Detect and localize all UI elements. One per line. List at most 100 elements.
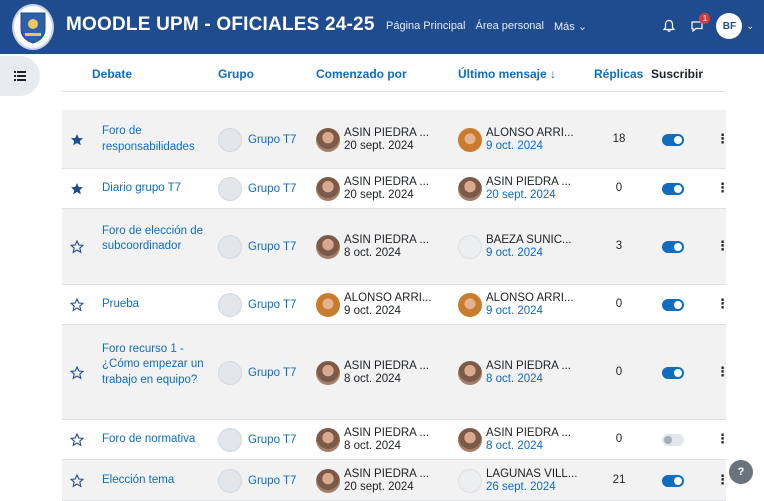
- course-index-toggle[interactable]: [0, 56, 40, 96]
- star-outline-icon[interactable]: [69, 473, 85, 488]
- group-name[interactable]: Grupo T7: [248, 475, 296, 487]
- star-outline-icon[interactable]: [69, 432, 85, 447]
- subscribe-toggle[interactable]: [662, 183, 684, 195]
- star-filled-icon[interactable]: [70, 182, 84, 196]
- author-avatar: [316, 468, 340, 493]
- subscribe-toggle[interactable]: [662, 366, 684, 379]
- group-cell[interactable]: Grupo T7: [218, 468, 296, 493]
- group-avatar: [218, 468, 242, 493]
- last-author-name[interactable]: ASIN PIEDRA ...: [486, 427, 571, 439]
- discussion-title-link[interactable]: Elección tema: [102, 473, 210, 489]
- group-name[interactable]: Grupo T7: [248, 367, 296, 379]
- header-grupo[interactable]: Grupo: [218, 67, 254, 81]
- replies-count[interactable]: 21: [610, 474, 628, 486]
- last-post-date-link[interactable]: 9 oct. 2024: [486, 140, 543, 152]
- author-name[interactable]: ASIN PIEDRA ...: [344, 127, 429, 139]
- replies-count[interactable]: 0: [610, 433, 628, 445]
- more-actions-kebab-icon[interactable]: ⋮: [716, 431, 729, 447]
- last-author-name[interactable]: ALONSO ARRI...: [486, 292, 574, 304]
- user-avatar[interactable]: BF: [716, 13, 743, 39]
- last-author-name[interactable]: BAEZA SUNIC...: [486, 234, 572, 246]
- discussion-table-header: Debate Grupo Comenzado por Último mensaj…: [62, 60, 726, 92]
- discussion-title-link[interactable]: Diario grupo T7: [102, 181, 210, 197]
- star-filled-icon[interactable]: [70, 133, 84, 147]
- last-post-date-link[interactable]: 8 oct. 2024: [486, 373, 543, 385]
- group-name[interactable]: Grupo T7: [248, 299, 296, 311]
- header-ultimo-mensaje[interactable]: Último mensaje ↓: [458, 67, 556, 81]
- discussion-title-link[interactable]: Prueba: [102, 297, 210, 313]
- group-avatar: [218, 177, 242, 201]
- replies-count[interactable]: 0: [610, 182, 628, 194]
- user-menu-chevron-icon[interactable]: ⌄: [746, 21, 754, 32]
- discussion-title-link[interactable]: Foro de elección de subcoordinador: [102, 224, 210, 255]
- group-avatar: [218, 235, 242, 259]
- last-post-date-link[interactable]: 9 oct. 2024: [486, 305, 543, 317]
- header-comenzado[interactable]: Comenzado por: [316, 67, 407, 81]
- more-actions-kebab-icon[interactable]: ⋮: [716, 296, 729, 312]
- group-cell[interactable]: Grupo T7: [218, 177, 296, 201]
- author-name[interactable]: ASIN PIEDRA ...: [344, 176, 429, 188]
- author-name[interactable]: ASIN PIEDRA ...: [344, 234, 429, 246]
- nav-link-dashboard[interactable]: Área personal: [476, 20, 545, 33]
- last-author-name[interactable]: LAGUNAS VILL...: [486, 468, 577, 480]
- last-author-name[interactable]: ALONSO ARRI...: [486, 127, 574, 139]
- star-outline-icon[interactable]: [69, 297, 85, 312]
- author-name[interactable]: ALONSO ARRI...: [344, 292, 432, 304]
- started-by-cell: ASIN PIEDRA ... 8 oct. 2024: [316, 360, 429, 386]
- group-name[interactable]: Grupo T7: [248, 434, 296, 446]
- subscribe-toggle[interactable]: [662, 133, 684, 146]
- group-cell[interactable]: Grupo T7: [218, 127, 296, 152]
- star-outline-icon[interactable]: [69, 239, 85, 254]
- last-author-name[interactable]: ASIN PIEDRA ...: [486, 360, 571, 372]
- subscribe-toggle[interactable]: [662, 241, 684, 253]
- more-actions-kebab-icon[interactable]: ⋮: [716, 364, 729, 380]
- last-post-date-link[interactable]: 9 oct. 2024: [486, 247, 543, 259]
- author-name[interactable]: ASIN PIEDRA ...: [344, 468, 429, 480]
- started-by-cell: ASIN PIEDRA ... 8 oct. 2024: [316, 234, 429, 260]
- last-post-cell: LAGUNAS VILL... 26 sept. 2024: [458, 468, 577, 494]
- nav-link-home[interactable]: Página Principal: [386, 20, 466, 33]
- last-post-date-link[interactable]: 8 oct. 2024: [486, 440, 543, 452]
- help-button[interactable]: ?: [729, 460, 753, 484]
- group-cell[interactable]: Grupo T7: [218, 428, 296, 452]
- group-cell[interactable]: Grupo T7: [218, 293, 296, 317]
- subscribe-toggle[interactable]: [662, 299, 684, 311]
- author-avatar: [316, 360, 340, 385]
- header-debate[interactable]: Debate: [92, 67, 132, 81]
- last-post-cell: ALONSO ARRI... 9 oct. 2024: [458, 127, 574, 153]
- group-cell[interactable]: Grupo T7: [218, 235, 296, 259]
- last-post-date-link[interactable]: 20 sept. 2024: [486, 189, 556, 201]
- started-date: 8 oct. 2024: [344, 372, 401, 385]
- replies-count[interactable]: 3: [610, 240, 628, 252]
- subscribe-toggle[interactable]: [662, 434, 684, 446]
- author-name[interactable]: ASIN PIEDRA ...: [344, 427, 429, 439]
- more-actions-kebab-icon[interactable]: ⋮: [716, 131, 729, 147]
- last-author-name[interactable]: ASIN PIEDRA ...: [486, 176, 571, 188]
- replies-count[interactable]: 18: [610, 133, 628, 145]
- group-name[interactable]: Grupo T7: [248, 241, 296, 253]
- group-cell[interactable]: Grupo T7: [218, 360, 296, 385]
- author-avatar: [316, 293, 340, 317]
- last-post-date-link[interactable]: 26 sept. 2024: [486, 481, 556, 493]
- started-date: 20 sept. 2024: [344, 189, 414, 201]
- author-avatar: [316, 235, 340, 259]
- star-outline-icon[interactable]: [69, 365, 85, 380]
- discussion-title-link[interactable]: Foro recurso 1 - ¿Cómo empezar un trabaj…: [102, 342, 210, 389]
- replies-count[interactable]: 0: [610, 298, 628, 310]
- more-actions-kebab-icon[interactable]: ⋮: [716, 180, 729, 196]
- replies-count[interactable]: 0: [610, 366, 628, 378]
- group-name[interactable]: Grupo T7: [248, 134, 296, 146]
- site-brand[interactable]: MOODLE UPM - OFICIALES 24-25: [66, 14, 375, 36]
- nav-link-more[interactable]: Más ⌄: [554, 20, 587, 33]
- header-replicas[interactable]: Réplicas: [594, 67, 643, 81]
- discussion-title-link[interactable]: Foro de normativa: [102, 432, 210, 448]
- upm-logo[interactable]: [12, 4, 54, 50]
- notifications-bell-icon[interactable]: [660, 17, 678, 35]
- author-name[interactable]: ASIN PIEDRA ...: [344, 360, 429, 372]
- discussion-title-link[interactable]: Foro de responsabilidades: [102, 124, 210, 155]
- more-actions-kebab-icon[interactable]: ⋮: [716, 472, 729, 488]
- group-name[interactable]: Grupo T7: [248, 183, 296, 195]
- messages-chat-icon[interactable]: 1: [688, 13, 711, 35]
- more-actions-kebab-icon[interactable]: ⋮: [716, 238, 729, 254]
- subscribe-toggle[interactable]: [662, 474, 684, 487]
